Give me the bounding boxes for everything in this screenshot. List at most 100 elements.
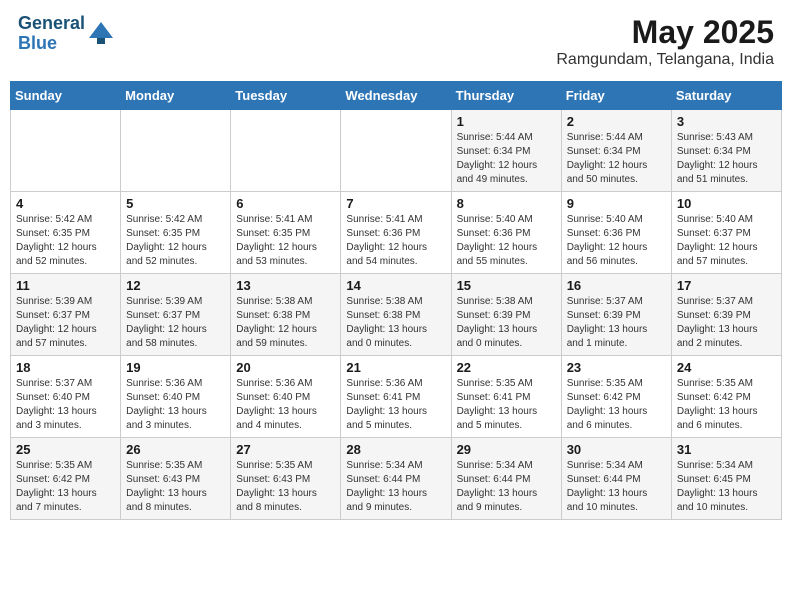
day-number: 12 bbox=[126, 278, 225, 293]
cell-2-4: 7Sunrise: 5:41 AM Sunset: 6:36 PM Daylig… bbox=[341, 192, 451, 274]
day-detail: Sunrise: 5:44 AM Sunset: 6:34 PM Dayligh… bbox=[567, 131, 666, 187]
cell-4-3: 20 Sunrise: 5:36 AM Sunset: 6:40 PM Dayli… bbox=[231, 356, 341, 438]
day-detail: Sunrise: 5:44 AM Sunset: 6:34 PM Dayligh… bbox=[457, 131, 556, 187]
day-number: 19 bbox=[126, 360, 225, 375]
day-number: 4 bbox=[16, 196, 115, 211]
day-number: 16 bbox=[567, 278, 666, 293]
col-header-thursday: Thursday bbox=[451, 82, 561, 110]
day-detail: Sunrise: 5:38 AM Sunset: 6:39 PM Dayligh… bbox=[457, 295, 556, 351]
cell-5-5: 29 Sunrise: 5:34 AM Sunset: 6:44 PM Dayli… bbox=[451, 438, 561, 520]
cell-3-5: 15 Sunrise: 5:38 AM Sunset: 6:39 PM Dayli… bbox=[451, 274, 561, 356]
cell-5-7: 31 Sunrise: 5:34 AM Sunset: 6:45 PM Dayli… bbox=[671, 438, 781, 520]
cell-2-7: 10 Sunrise: 5:40 AM Sunset: 6:37 PM Dayli… bbox=[671, 192, 781, 274]
cell-1-2 bbox=[121, 110, 231, 192]
week-row-4: 18 Sunrise: 5:37 AM Sunset: 6:40 PM Dayli… bbox=[11, 356, 782, 438]
day-number: 29 bbox=[457, 442, 556, 457]
day-detail: Sunrise: 5:39 AM Sunset: 6:37 PM Dayligh… bbox=[126, 295, 225, 351]
day-detail: Sunrise: 5:34 AM Sunset: 6:44 PM Dayligh… bbox=[346, 459, 445, 515]
day-detail: Sunrise: 5:35 AM Sunset: 6:43 PM Dayligh… bbox=[126, 459, 225, 515]
subtitle: Ramgundam, Telangana, India bbox=[556, 51, 774, 69]
main-title: May 2025 bbox=[556, 14, 774, 51]
day-detail: Sunrise: 5:35 AM Sunset: 6:43 PM Dayligh… bbox=[236, 459, 335, 515]
col-header-tuesday: Tuesday bbox=[231, 82, 341, 110]
week-row-2: 4 Sunrise: 5:42 AM Sunset: 6:35 PM Daylig… bbox=[11, 192, 782, 274]
day-detail: Sunrise: 5:40 AM Sunset: 6:37 PM Dayligh… bbox=[677, 213, 776, 269]
day-number: 22 bbox=[457, 360, 556, 375]
cell-1-1 bbox=[11, 110, 121, 192]
cell-5-1: 25Sunrise: 5:35 AM Sunset: 6:42 PM Dayli… bbox=[11, 438, 121, 520]
day-number: 17 bbox=[677, 278, 776, 293]
day-number: 8 bbox=[457, 196, 556, 211]
day-number: 1 bbox=[457, 114, 556, 129]
day-number: 5 bbox=[126, 196, 225, 211]
cell-3-2: 12 Sunrise: 5:39 AM Sunset: 6:37 PM Dayli… bbox=[121, 274, 231, 356]
cell-4-2: 19 Sunrise: 5:36 AM Sunset: 6:40 PM Dayli… bbox=[121, 356, 231, 438]
col-header-sunday: Sunday bbox=[11, 82, 121, 110]
calendar-table: SundayMondayTuesdayWednesdayThursdayFrid… bbox=[10, 81, 782, 520]
day-detail: Sunrise: 5:40 AM Sunset: 6:36 PM Dayligh… bbox=[457, 213, 556, 269]
day-number: 2 bbox=[567, 114, 666, 129]
week-row-3: 11Sunrise: 5:39 AM Sunset: 6:37 PM Dayli… bbox=[11, 274, 782, 356]
cell-1-7: 3Sunrise: 5:43 AM Sunset: 6:34 PM Daylig… bbox=[671, 110, 781, 192]
day-number: 24 bbox=[677, 360, 776, 375]
day-number: 27 bbox=[236, 442, 335, 457]
day-detail: Sunrise: 5:34 AM Sunset: 6:44 PM Dayligh… bbox=[457, 459, 556, 515]
day-number: 23 bbox=[567, 360, 666, 375]
cell-4-7: 24 Sunrise: 5:35 AM Sunset: 6:42 PM Dayli… bbox=[671, 356, 781, 438]
cell-3-6: 16 Sunrise: 5:37 AM Sunset: 6:39 PM Dayli… bbox=[561, 274, 671, 356]
cell-2-1: 4 Sunrise: 5:42 AM Sunset: 6:35 PM Daylig… bbox=[11, 192, 121, 274]
logo-line2: Blue bbox=[18, 34, 85, 54]
day-detail: Sunrise: 5:41 AM Sunset: 6:35 PM Dayligh… bbox=[236, 213, 335, 269]
cell-1-6: 2 Sunrise: 5:44 AM Sunset: 6:34 PM Daylig… bbox=[561, 110, 671, 192]
day-detail: Sunrise: 5:42 AM Sunset: 6:35 PM Dayligh… bbox=[16, 213, 115, 269]
day-number: 20 bbox=[236, 360, 335, 375]
cell-3-3: 13 Sunrise: 5:38 AM Sunset: 6:38 PM Dayli… bbox=[231, 274, 341, 356]
day-number: 28 bbox=[346, 442, 445, 457]
day-detail: Sunrise: 5:35 AM Sunset: 6:41 PM Dayligh… bbox=[457, 377, 556, 433]
day-detail: Sunrise: 5:35 AM Sunset: 6:42 PM Dayligh… bbox=[16, 459, 115, 515]
header-row: SundayMondayTuesdayWednesdayThursdayFrid… bbox=[11, 82, 782, 110]
day-detail: Sunrise: 5:41 AM Sunset: 6:36 PM Dayligh… bbox=[346, 213, 445, 269]
cell-3-4: 14Sunrise: 5:38 AM Sunset: 6:38 PM Dayli… bbox=[341, 274, 451, 356]
day-detail: Sunrise: 5:39 AM Sunset: 6:37 PM Dayligh… bbox=[16, 295, 115, 351]
day-detail: Sunrise: 5:36 AM Sunset: 6:40 PM Dayligh… bbox=[236, 377, 335, 433]
header: General Blue May 2025 Ramgundam, Telanga… bbox=[10, 10, 782, 73]
cell-4-4: 21Sunrise: 5:36 AM Sunset: 6:41 PM Dayli… bbox=[341, 356, 451, 438]
day-number: 21 bbox=[346, 360, 445, 375]
cell-5-3: 27 Sunrise: 5:35 AM Sunset: 6:43 PM Dayli… bbox=[231, 438, 341, 520]
day-detail: Sunrise: 5:42 AM Sunset: 6:35 PM Dayligh… bbox=[126, 213, 225, 269]
day-detail: Sunrise: 5:37 AM Sunset: 6:39 PM Dayligh… bbox=[567, 295, 666, 351]
day-number: 6 bbox=[236, 196, 335, 211]
day-number: 26 bbox=[126, 442, 225, 457]
day-number: 31 bbox=[677, 442, 776, 457]
cell-2-5: 8 Sunrise: 5:40 AM Sunset: 6:36 PM Daylig… bbox=[451, 192, 561, 274]
day-number: 10 bbox=[677, 196, 776, 211]
cell-3-1: 11Sunrise: 5:39 AM Sunset: 6:37 PM Dayli… bbox=[11, 274, 121, 356]
day-detail: Sunrise: 5:34 AM Sunset: 6:44 PM Dayligh… bbox=[567, 459, 666, 515]
day-number: 30 bbox=[567, 442, 666, 457]
cell-1-5: 1 Sunrise: 5:44 AM Sunset: 6:34 PM Daylig… bbox=[451, 110, 561, 192]
cell-4-5: 22 Sunrise: 5:35 AM Sunset: 6:41 PM Dayli… bbox=[451, 356, 561, 438]
day-detail: Sunrise: 5:36 AM Sunset: 6:40 PM Dayligh… bbox=[126, 377, 225, 433]
week-row-1: 1 Sunrise: 5:44 AM Sunset: 6:34 PM Daylig… bbox=[11, 110, 782, 192]
cell-5-4: 28 Sunrise: 5:34 AM Sunset: 6:44 PM Dayli… bbox=[341, 438, 451, 520]
cell-2-3: 6 Sunrise: 5:41 AM Sunset: 6:35 PM Daylig… bbox=[231, 192, 341, 274]
cell-1-4 bbox=[341, 110, 451, 192]
day-detail: Sunrise: 5:37 AM Sunset: 6:40 PM Dayligh… bbox=[16, 377, 115, 433]
day-number: 9 bbox=[567, 196, 666, 211]
day-number: 18 bbox=[16, 360, 115, 375]
week-row-5: 25Sunrise: 5:35 AM Sunset: 6:42 PM Dayli… bbox=[11, 438, 782, 520]
cell-2-2: 5 Sunrise: 5:42 AM Sunset: 6:35 PM Daylig… bbox=[121, 192, 231, 274]
day-number: 13 bbox=[236, 278, 335, 293]
day-detail: Sunrise: 5:38 AM Sunset: 6:38 PM Dayligh… bbox=[236, 295, 335, 351]
cell-3-7: 17Sunrise: 5:37 AM Sunset: 6:39 PM Dayli… bbox=[671, 274, 781, 356]
day-number: 15 bbox=[457, 278, 556, 293]
day-detail: Sunrise: 5:35 AM Sunset: 6:42 PM Dayligh… bbox=[677, 377, 776, 433]
col-header-wednesday: Wednesday bbox=[341, 82, 451, 110]
logo-line1: General bbox=[18, 14, 85, 34]
cell-2-6: 9 Sunrise: 5:40 AM Sunset: 6:36 PM Daylig… bbox=[561, 192, 671, 274]
logo: General Blue bbox=[18, 14, 117, 54]
day-detail: Sunrise: 5:34 AM Sunset: 6:45 PM Dayligh… bbox=[677, 459, 776, 515]
cell-5-6: 30 Sunrise: 5:34 AM Sunset: 6:44 PM Dayli… bbox=[561, 438, 671, 520]
day-detail: Sunrise: 5:40 AM Sunset: 6:36 PM Dayligh… bbox=[567, 213, 666, 269]
